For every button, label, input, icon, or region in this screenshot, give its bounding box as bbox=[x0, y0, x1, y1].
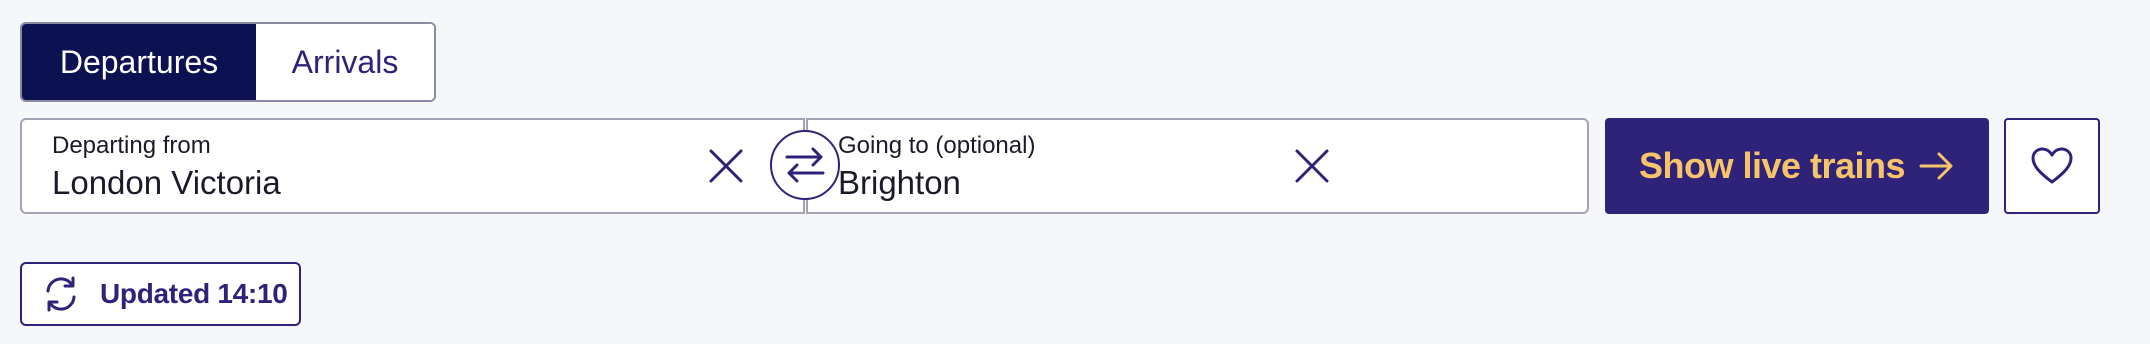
going-to-label: Going to (optional) bbox=[838, 132, 1036, 159]
clear-departing-from-button[interactable] bbox=[704, 144, 748, 188]
close-icon bbox=[1295, 149, 1329, 183]
swap-arrows-icon bbox=[785, 147, 825, 183]
show-live-trains-button[interactable]: Show live trains bbox=[1605, 118, 1989, 214]
refresh-icon bbox=[46, 276, 76, 312]
going-to-field[interactable]: Going to (optional) Brighton bbox=[806, 118, 1589, 214]
tab-arrivals[interactable]: Arrivals bbox=[256, 24, 434, 100]
departing-from-label: Departing from bbox=[52, 132, 211, 159]
board-tabs: Departures Arrivals bbox=[20, 22, 436, 102]
departing-from-value[interactable]: London Victoria bbox=[52, 164, 281, 202]
swap-stations-button[interactable] bbox=[770, 130, 840, 200]
favourite-button[interactable] bbox=[2004, 118, 2100, 214]
tab-departures[interactable]: Departures bbox=[22, 24, 256, 100]
clear-going-to-button[interactable] bbox=[1290, 144, 1334, 188]
heart-icon bbox=[2031, 147, 2073, 184]
show-live-trains-label: Show live trains bbox=[1638, 145, 1906, 186]
close-icon bbox=[709, 149, 743, 183]
refresh-updated-button[interactable]: Updated 14:10 bbox=[20, 262, 301, 326]
arrow-right-icon bbox=[1919, 152, 1953, 180]
updated-time-label: Updated 14:10 bbox=[100, 278, 288, 309]
departing-from-field[interactable]: Departing from London Victoria bbox=[20, 118, 805, 214]
going-to-value[interactable]: Brighton bbox=[838, 164, 961, 202]
